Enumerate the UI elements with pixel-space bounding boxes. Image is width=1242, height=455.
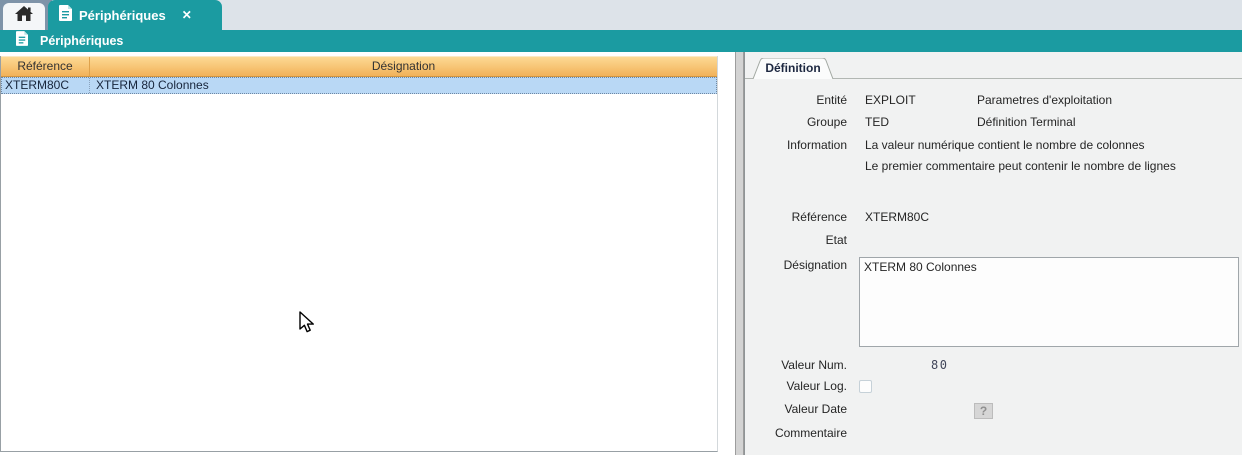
commentaire-label: Commentaire [745,426,847,440]
valeur-num-value: 80 [931,358,948,372]
cell-reference: XTERM80C [2,78,90,93]
tab-definition[interactable]: Définition [752,58,834,79]
tab-peripheriques[interactable]: Périphériques ✕ [48,0,222,30]
panel-splitter[interactable] [735,52,744,455]
tab-label: Périphériques [79,8,166,23]
etat-label: Etat [745,233,847,247]
date-picker-button[interactable]: ? [974,403,993,419]
definition-panel: Définition Entité EXPLOIT Parametres d'e… [744,52,1242,455]
column-header-reference[interactable]: Référence [1,57,90,76]
information-line2: Le premier commentaire peut contenir le … [865,159,1176,173]
document-icon [59,5,72,26]
tab-definition-label: Définition [752,61,834,75]
cell-designation: XTERM 80 Colonnes [90,78,716,93]
table-row[interactable]: XTERM80C XTERM 80 Colonnes [1,77,717,94]
entite-value: EXPLOIT [865,93,916,107]
groupe-description: Définition Terminal [977,115,1076,129]
menu-bar-title: Périphériques [40,34,123,48]
valeur-log-checkbox[interactable] [859,380,872,393]
home-icon [15,6,33,27]
entite-description: Parametres d'exploitation [977,93,1112,107]
document-icon [16,31,28,51]
groupe-value: TED [865,115,889,129]
valeur-log-label: Valeur Log. [745,379,847,393]
information-line1: La valeur numérique contient le nombre d… [865,138,1145,152]
reference-label: Référence [745,210,847,224]
entite-label: Entité [745,93,847,107]
designation-field[interactable]: XTERM 80 Colonnes [859,257,1239,347]
information-label: Information [745,138,847,152]
close-icon[interactable]: ✕ [182,8,192,22]
column-header-designation[interactable]: Désignation [90,57,717,76]
valeur-num-label: Valeur Num. [745,358,847,372]
groupe-label: Groupe [745,115,847,129]
device-list-panel: Référence Désignation XTERM80C XTERM 80 … [0,56,718,452]
menu-bar: Périphériques [0,30,1242,52]
home-tab[interactable] [3,3,45,30]
list-header-row: Référence Désignation [1,56,717,77]
valeur-date-label: Valeur Date [745,402,847,416]
reference-value: XTERM80C [865,210,929,224]
designation-label: Désignation [745,258,847,272]
tab-bar: Périphériques ✕ [0,0,1242,30]
